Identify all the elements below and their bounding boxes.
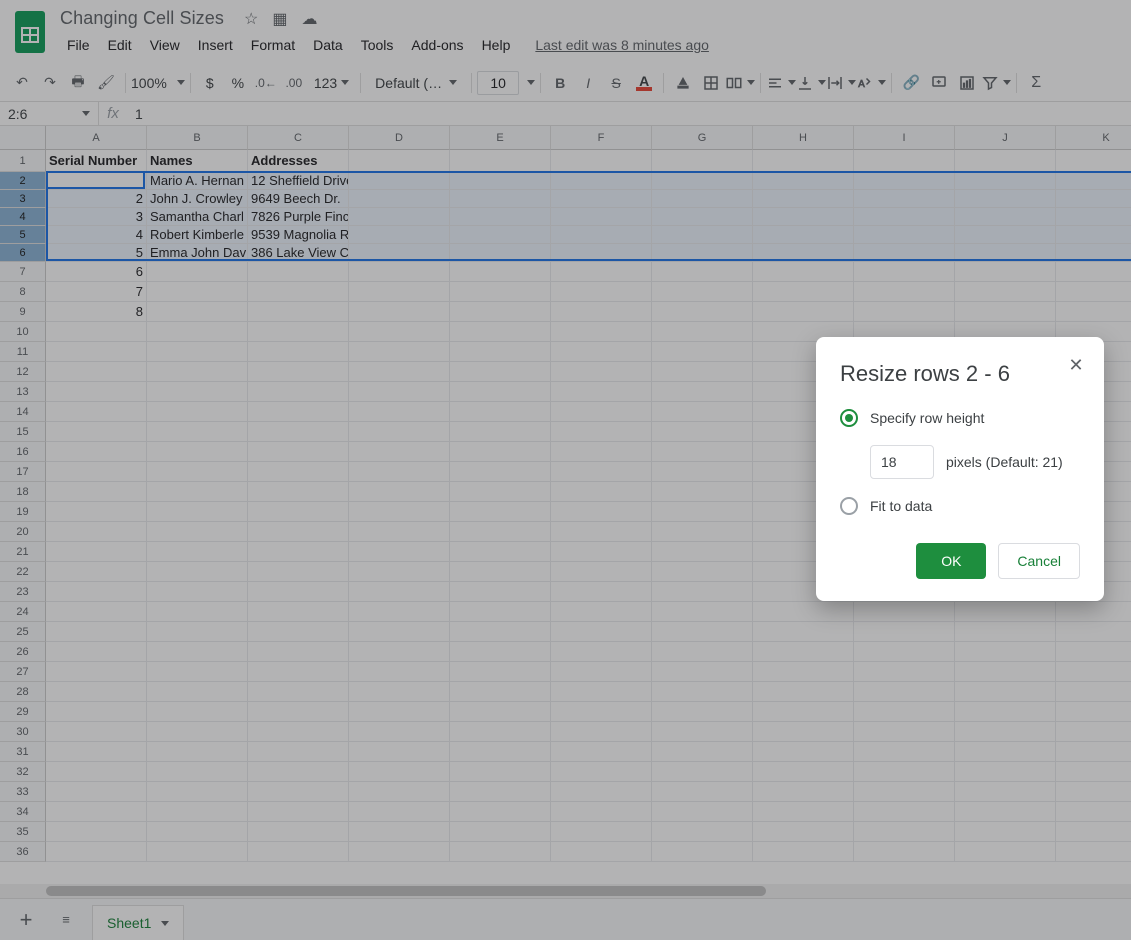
close-icon[interactable]: ✕ xyxy=(1062,351,1090,379)
radio-specify-height[interactable] xyxy=(840,409,858,427)
radio-fit-label[interactable]: Fit to data xyxy=(870,498,932,514)
row-height-hint: pixels (Default: 21) xyxy=(946,454,1063,470)
dialog-title: Resize rows 2 - 6 xyxy=(840,361,1080,387)
ok-button[interactable]: OK xyxy=(916,543,986,579)
cancel-button[interactable]: Cancel xyxy=(998,543,1080,579)
radio-fit-to-data[interactable] xyxy=(840,497,858,515)
resize-rows-dialog: ✕ Resize rows 2 - 6 Specify row height 1… xyxy=(816,337,1104,601)
row-height-input[interactable]: 18 xyxy=(870,445,934,479)
radio-specify-label[interactable]: Specify row height xyxy=(870,410,984,426)
